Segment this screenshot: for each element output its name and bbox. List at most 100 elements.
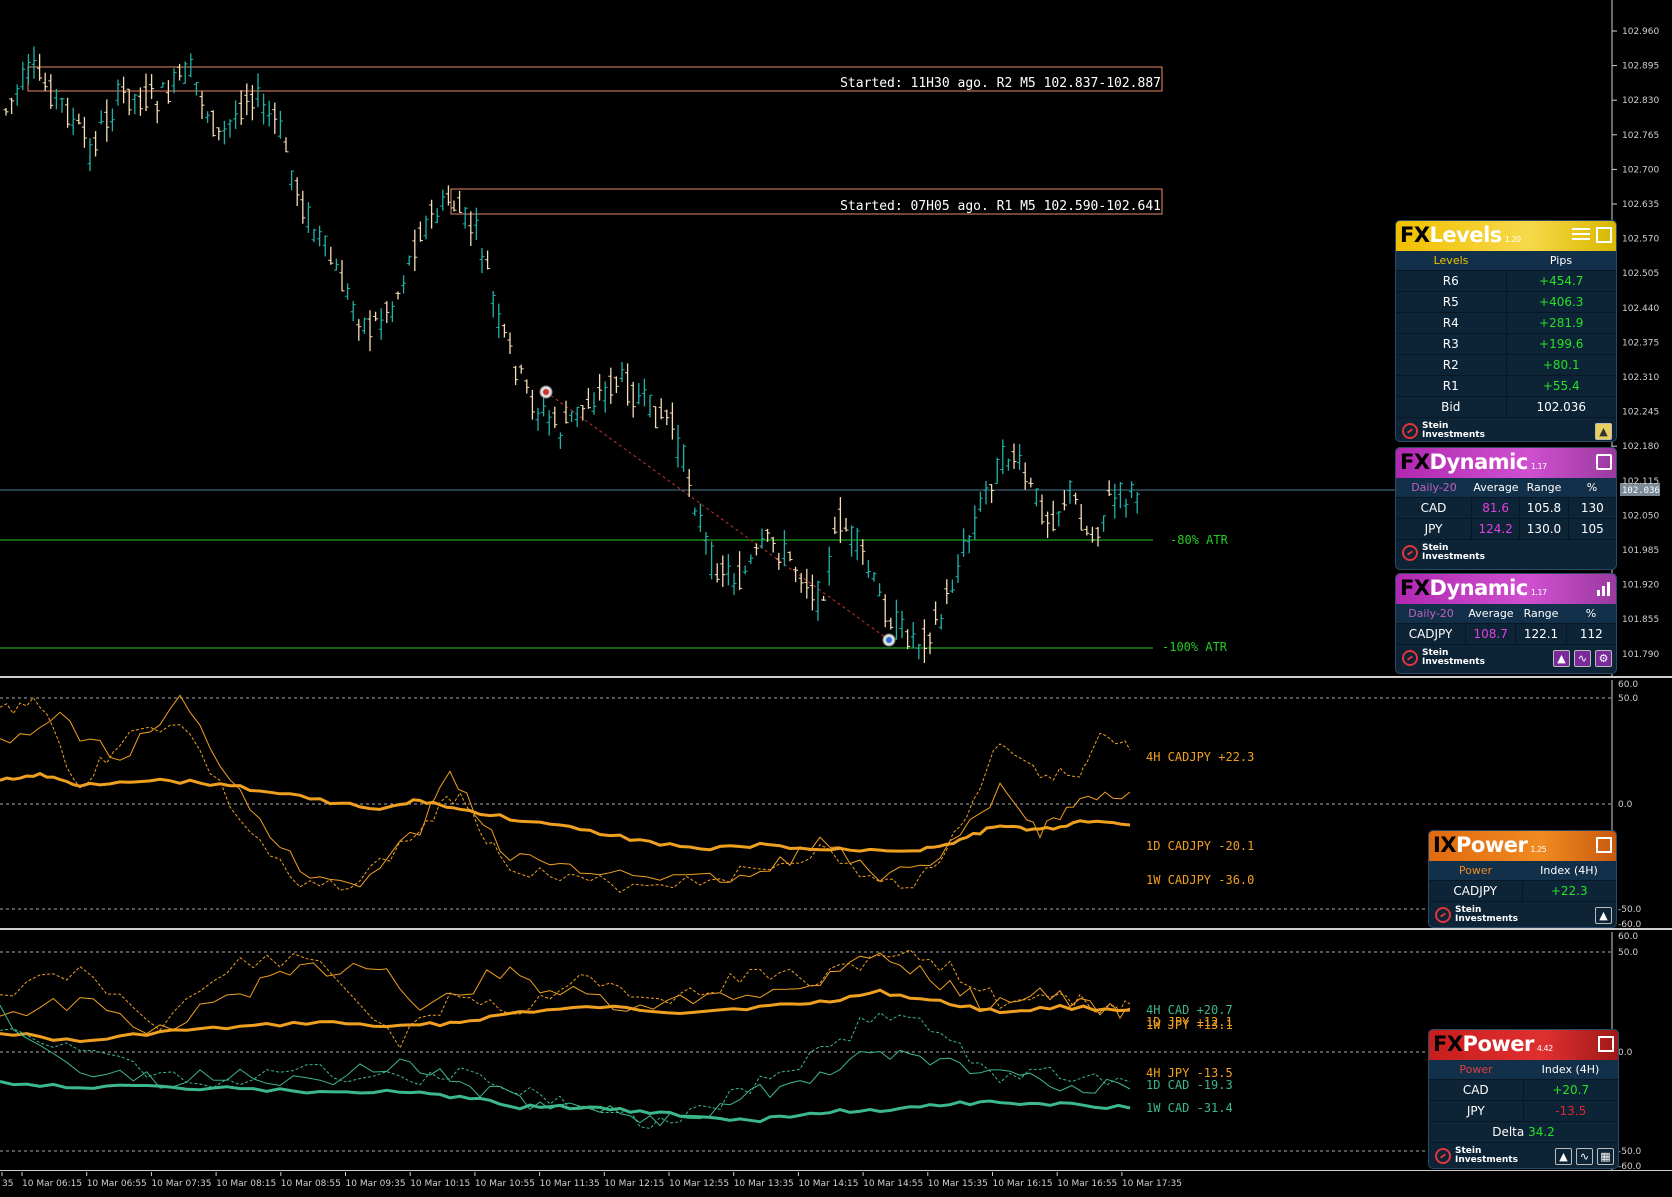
ixpower-line-chart[interactable]: 4H CADJPY +22.3 1D CADJPY -20.1 1W CADJP… (0, 680, 1672, 930)
price-bar (585, 387, 591, 409)
price-bar (149, 74, 155, 100)
price-bar (1017, 444, 1023, 470)
price-bar (781, 530, 787, 567)
col-index: Index (4H) (1540, 864, 1598, 877)
price-tick-label: 102.765 (1622, 131, 1659, 141)
time-tick-label: 10 Mar 10:55 (475, 1179, 535, 1189)
level-row-r6: R6 +454.7 (1396, 270, 1616, 291)
price-bar (546, 410, 552, 436)
price-bar (731, 573, 737, 595)
zone-r1-label: Started: 07H05 ago. R1 M5 102.590-102.64… (840, 199, 1161, 214)
price-bar (1134, 492, 1140, 514)
price-bar (93, 131, 99, 157)
fx-line-4h-jpy-a (0, 949, 1131, 1050)
stein-logo-icon (1435, 1148, 1451, 1164)
price-bar (882, 594, 888, 628)
price-bar (445, 185, 451, 206)
fxdynamic-header[interactable]: FXDynamic 1.17 (1396, 448, 1616, 478)
list-icon[interactable] (1596, 837, 1612, 853)
level-row-r3: R3 +199.6 (1396, 333, 1616, 354)
price-bar (406, 255, 412, 266)
price-bar (518, 364, 524, 374)
price-bar (272, 102, 278, 134)
grid-icon[interactable] (1598, 1036, 1614, 1052)
ixpower-widget[interactable]: IXPower 1.25 Power Index (4H) CADJPY +22.3… (1428, 830, 1617, 928)
fxpower-line-chart[interactable]: 4H CAD +20.7 1D JPY +12.1 1W JPY +13.1 4… (0, 932, 1672, 1172)
price-bar (378, 308, 384, 340)
fxdynamic-title: FXDynamic 1.17 (1400, 450, 1547, 474)
price-bar (507, 332, 513, 355)
price-tick-label: 102.245 (1622, 408, 1659, 418)
price-bar (669, 402, 675, 440)
alert-bell-button[interactable]: ▲ (1553, 650, 1570, 667)
list-icon[interactable] (1596, 227, 1612, 243)
price-bar (496, 303, 502, 339)
fxlevels-header[interactable]: FXLevels 1.20 (1396, 221, 1616, 251)
alert-bell-button[interactable]: ▲ (1595, 423, 1612, 440)
fxpower-header[interactable]: FXPower 4.42 (1429, 1030, 1618, 1060)
pane-separator[interactable] (0, 676, 1672, 678)
line-chart-icon[interactable]: ∿ (1576, 1148, 1593, 1165)
fxdynamic-pair-header[interactable]: FXDynamic 1.17 (1396, 574, 1616, 604)
ixpower-indicator-pane[interactable]: 4H CADJPY +22.3 1D CADJPY -20.1 1W CADJP… (0, 680, 1672, 930)
price-bar (905, 629, 911, 650)
fx-line-1d-jpy (0, 952, 1131, 1035)
alert-bell-button[interactable]: ▲ (1555, 1148, 1572, 1165)
price-tick-label: 101.985 (1622, 546, 1659, 556)
price-tick-label: 102.440 (1622, 304, 1659, 314)
price-tick-label: 102.505 (1622, 269, 1659, 279)
price-bar (681, 444, 687, 472)
price-bar (916, 643, 922, 660)
price-bar (115, 79, 121, 106)
price-bar (821, 595, 827, 601)
price-bar (574, 406, 580, 428)
fxpower-indicator-pane[interactable]: 4H CAD +20.7 1D JPY +12.1 1W JPY +13.1 4… (0, 932, 1672, 1172)
stein-logo: Stein Investments (1435, 906, 1518, 924)
chart-toggle-icon[interactable] (1596, 454, 1612, 470)
fxdynamic-currency-widget[interactable]: FXDynamic 1.17 Daily-20 Average Range % C… (1395, 447, 1617, 570)
time-tick-label: 10 Mar 15:35 (928, 1179, 988, 1189)
price-bar (9, 97, 15, 115)
settings-icon[interactable]: ⚙ (1595, 650, 1612, 667)
price-bar (966, 535, 972, 554)
col-pips: Pips (1549, 254, 1573, 267)
alert-bell-button[interactable]: ▲ (1595, 907, 1612, 924)
price-bar (277, 110, 283, 139)
fxdynamic-pair-widget[interactable]: FXDynamic 1.17 Daily-20 Average Range % C… (1395, 573, 1617, 674)
fxpower-widget[interactable]: FXPower 4.42 Power Index (4H) CAD +20.7 JP… (1428, 1029, 1619, 1169)
price-bar (804, 568, 810, 599)
price-bar (597, 374, 603, 401)
col-average: Average (1473, 481, 1519, 494)
price-bar (451, 200, 457, 212)
price-bar (132, 93, 138, 115)
price-bar (809, 574, 815, 611)
line-chart-icon[interactable]: ∿ (1574, 650, 1591, 667)
indicator-axis-label: -60.0 (1618, 1162, 1642, 1170)
fxpower-title: FXPower 4.42 (1433, 1032, 1553, 1056)
price-bar (1000, 439, 1006, 474)
stein-logo-icon (1402, 545, 1418, 561)
price-bar (345, 283, 351, 300)
stein-logo: Stein Investments (1402, 649, 1485, 667)
stein-logo: Stein Investments (1402, 422, 1485, 440)
ixpower-header[interactable]: IXPower 1.25 (1429, 831, 1616, 861)
indicator-axis-label: 50.0 (1618, 948, 1638, 958)
price-bar (255, 73, 261, 108)
price-bar (1039, 494, 1045, 525)
price-bar (126, 88, 132, 116)
price-bar (182, 61, 188, 85)
price-bar (322, 235, 328, 257)
pane-separator[interactable] (0, 928, 1672, 930)
bar-chart-icon[interactable] (1596, 582, 1612, 596)
fxlevels-widget[interactable]: FXLevels 1.20 Levels Pips R6 +454.7 R5 +406… (1395, 220, 1617, 442)
table-icon[interactable]: ▦ (1597, 1148, 1614, 1165)
price-bar (860, 539, 866, 565)
price-bar (361, 317, 367, 334)
menu-icon[interactable] (1572, 228, 1590, 240)
price-tick-label: 102.830 (1622, 96, 1659, 106)
price-bar (720, 555, 726, 587)
col-levels: Levels (1433, 254, 1469, 267)
ixpower-footer: Stein Investments ▲ (1429, 901, 1616, 927)
price-bar (177, 63, 183, 81)
price-bar (753, 543, 759, 556)
